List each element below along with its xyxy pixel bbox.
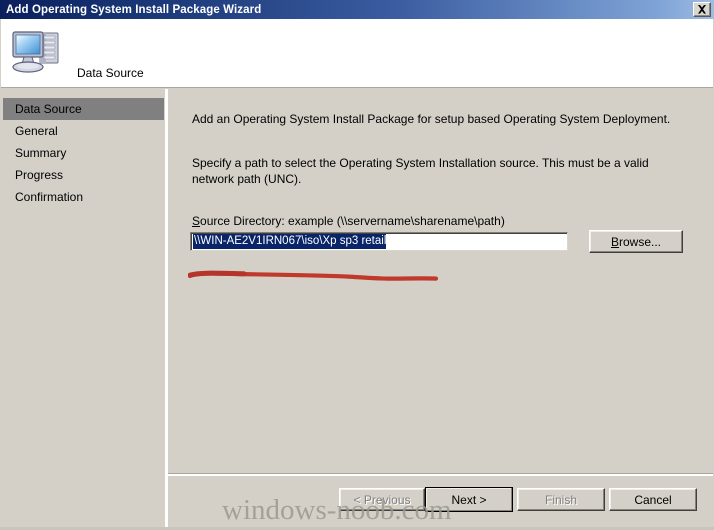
computer-icon <box>12 31 59 73</box>
source-directory-label: Source Directory: example (\\servername\… <box>192 214 505 228</box>
title-bar[interactable]: Add Operating System Install Package Wiz… <box>0 0 714 19</box>
intro-paragraph: Add an Operating System Install Package … <box>192 112 671 126</box>
wizard-sidebar: Data Source General Summary Progress Con… <box>1 89 165 529</box>
sidebar-item-label: Summary <box>15 146 67 160</box>
sidebar-item-label: Data Source <box>15 102 82 116</box>
cancel-button-label: Cancel <box>634 492 672 507</box>
sidebar-item-general[interactable]: General <box>3 120 164 142</box>
sidebar-item-progress[interactable]: Progress <box>3 164 164 186</box>
sidebar-item-confirmation[interactable]: Confirmation <box>3 186 164 208</box>
browse-button[interactable]: Browse... <box>589 230 683 253</box>
previous-button-label: < Previous <box>353 492 411 507</box>
wizard-content-pane: Add an Operating System Install Package … <box>168 89 713 529</box>
sidebar-item-data-source[interactable]: Data Source <box>3 98 164 120</box>
previous-button[interactable]: < Previous <box>339 488 425 511</box>
wizard-header: Data Source <box>1 19 713 88</box>
close-icon <box>698 5 706 14</box>
specify-paragraph: Specify a path to select the Operating S… <box>192 156 649 186</box>
sidebar-item-label: Confirmation <box>15 190 84 204</box>
sidebar-item-label: General <box>15 124 58 138</box>
finish-button[interactable]: Finish <box>517 488 605 511</box>
window-title: Add Operating System Install Package Wiz… <box>6 3 262 16</box>
red-underline-annotation <box>188 270 439 281</box>
source-directory-value: \\WIN-AE2V1IRN067\iso\Xp sp3 retail <box>193 234 388 249</box>
source-directory-input[interactable]: \\WIN-AE2V1IRN067\iso\Xp sp3 retail <box>190 232 568 251</box>
close-button[interactable] <box>693 2 711 17</box>
finish-button-label: Finish <box>544 492 577 507</box>
next-button-label: Next > <box>451 492 487 507</box>
browse-label: rowse... <box>619 234 662 249</box>
wizard-window: Add Operating System Install Package Wiz… <box>0 0 714 530</box>
next-button[interactable]: Next > <box>425 487 513 512</box>
source-label-accelerator: S <box>192 214 201 228</box>
cancel-button[interactable]: Cancel <box>609 488 697 511</box>
browse-accelerator: B <box>610 234 619 249</box>
sidebar-item-label: Progress <box>15 168 64 182</box>
source-label-text: ource Directory: example (\\servername\s… <box>200 214 505 228</box>
sidebar-step-list: Data Source General Summary Progress Con… <box>3 98 164 208</box>
footer-divider <box>168 473 713 476</box>
page-title: Data Source <box>77 66 144 80</box>
sidebar-item-summary[interactable]: Summary <box>3 142 164 164</box>
